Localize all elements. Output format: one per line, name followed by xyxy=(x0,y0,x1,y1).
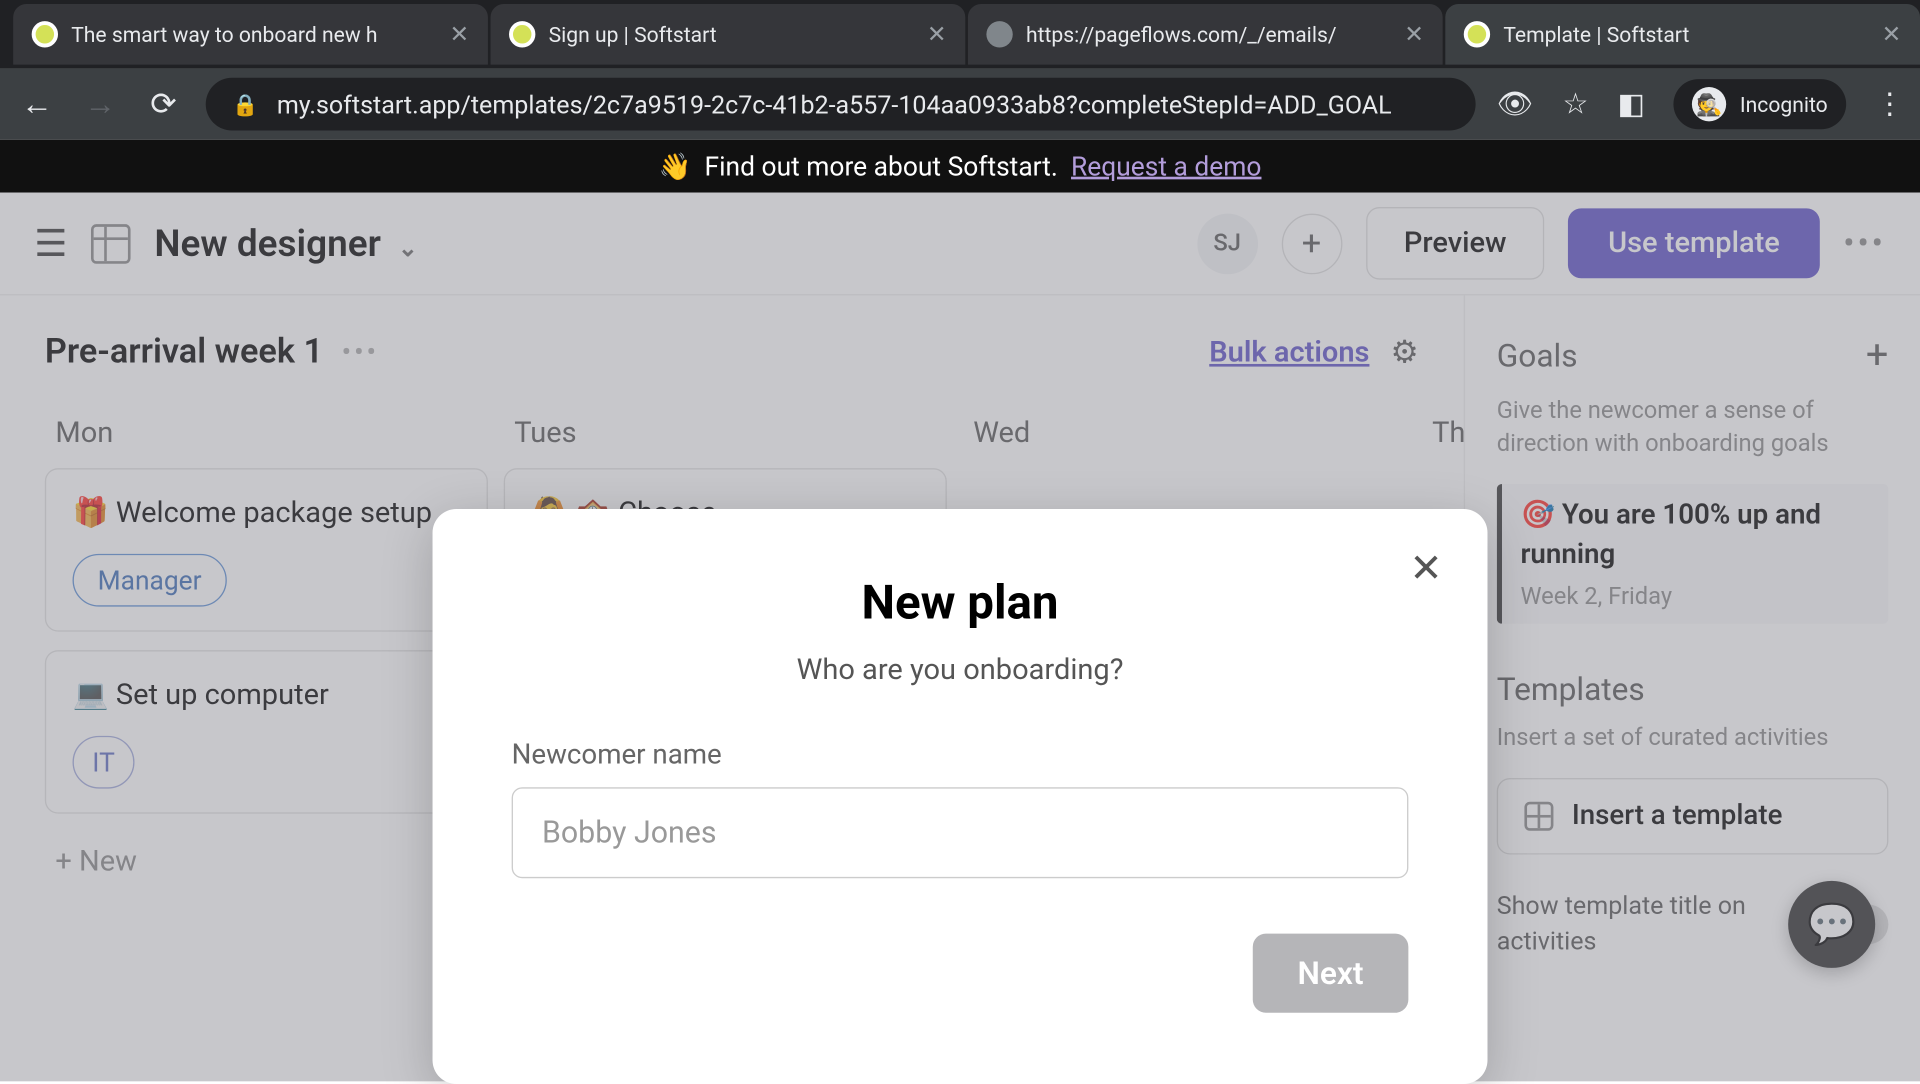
kebab-menu-icon[interactable]: ⋮ xyxy=(1875,88,1904,121)
back-button[interactable]: ← xyxy=(16,85,58,123)
reload-button[interactable]: ⟳ xyxy=(142,86,184,123)
wave-emoji-icon: 👋 xyxy=(659,150,692,182)
browser-tab[interactable]: https://pageflows.com/_/emails/ ✕ xyxy=(968,4,1443,65)
browser-tab-strip: The smart way to onboard new h ✕ Sign up… xyxy=(0,0,1920,69)
modal-overlay[interactable]: ✕ New plan Who are you onboarding? Newco… xyxy=(0,193,1920,1082)
bookmark-star-icon[interactable]: ☆ xyxy=(1562,88,1588,121)
new-plan-modal: ✕ New plan Who are you onboarding? Newco… xyxy=(433,509,1488,1084)
favicon-icon xyxy=(986,21,1012,47)
close-icon[interactable]: ✕ xyxy=(927,20,947,48)
banner-text: Find out more about Softstart. xyxy=(705,150,1058,182)
url-text: my.softstart.app/templates/2c7a9519-2c7c… xyxy=(277,89,1392,119)
tab-title: Template | Softstart xyxy=(1503,22,1868,47)
incognito-icon: 🕵 xyxy=(1692,87,1726,121)
url-input[interactable]: 🔒 my.softstart.app/templates/2c7a9519-2c… xyxy=(206,78,1476,131)
incognito-badge[interactable]: 🕵 Incognito xyxy=(1674,79,1846,129)
eye-off-icon[interactable]: 👁 xyxy=(1497,88,1534,121)
close-icon[interactable]: ✕ xyxy=(1404,20,1424,48)
newcomer-name-label: Newcomer name xyxy=(512,740,1409,772)
browser-tab[interactable]: The smart way to onboard new h ✕ xyxy=(13,4,488,65)
favicon-icon xyxy=(32,21,58,47)
favicon-icon xyxy=(509,21,535,47)
promo-banner: 👋 Find out more about Softstart. Request… xyxy=(0,140,1920,193)
lock-icon: 🔒 xyxy=(232,92,258,117)
newcomer-name-input[interactable] xyxy=(512,787,1409,878)
modal-close-button[interactable]: ✕ xyxy=(1410,546,1443,592)
close-icon[interactable]: ✕ xyxy=(1882,20,1902,48)
browser-tab-active[interactable]: Template | Softstart ✕ xyxy=(1445,4,1920,65)
tab-title: Sign up | Softstart xyxy=(549,22,914,47)
tab-title: https://pageflows.com/_/emails/ xyxy=(1026,22,1391,47)
next-button[interactable]: Next xyxy=(1253,934,1409,1013)
incognito-label: Incognito xyxy=(1740,92,1828,117)
request-demo-link[interactable]: Request a demo xyxy=(1071,150,1261,182)
tab-title: The smart way to onboard new h xyxy=(71,22,436,47)
favicon-icon xyxy=(1464,21,1490,47)
modal-title: New plan xyxy=(512,575,1409,630)
address-bar: ← → ⟳ 🔒 my.softstart.app/templates/2c7a9… xyxy=(0,69,1920,140)
close-icon[interactable]: ✕ xyxy=(450,20,470,48)
modal-subtitle: Who are you onboarding? xyxy=(512,654,1409,687)
browser-tab[interactable]: Sign up | Softstart ✕ xyxy=(491,4,966,65)
extensions-icon[interactable]: ◧ xyxy=(1618,88,1645,121)
forward-button[interactable]: → xyxy=(79,85,121,123)
